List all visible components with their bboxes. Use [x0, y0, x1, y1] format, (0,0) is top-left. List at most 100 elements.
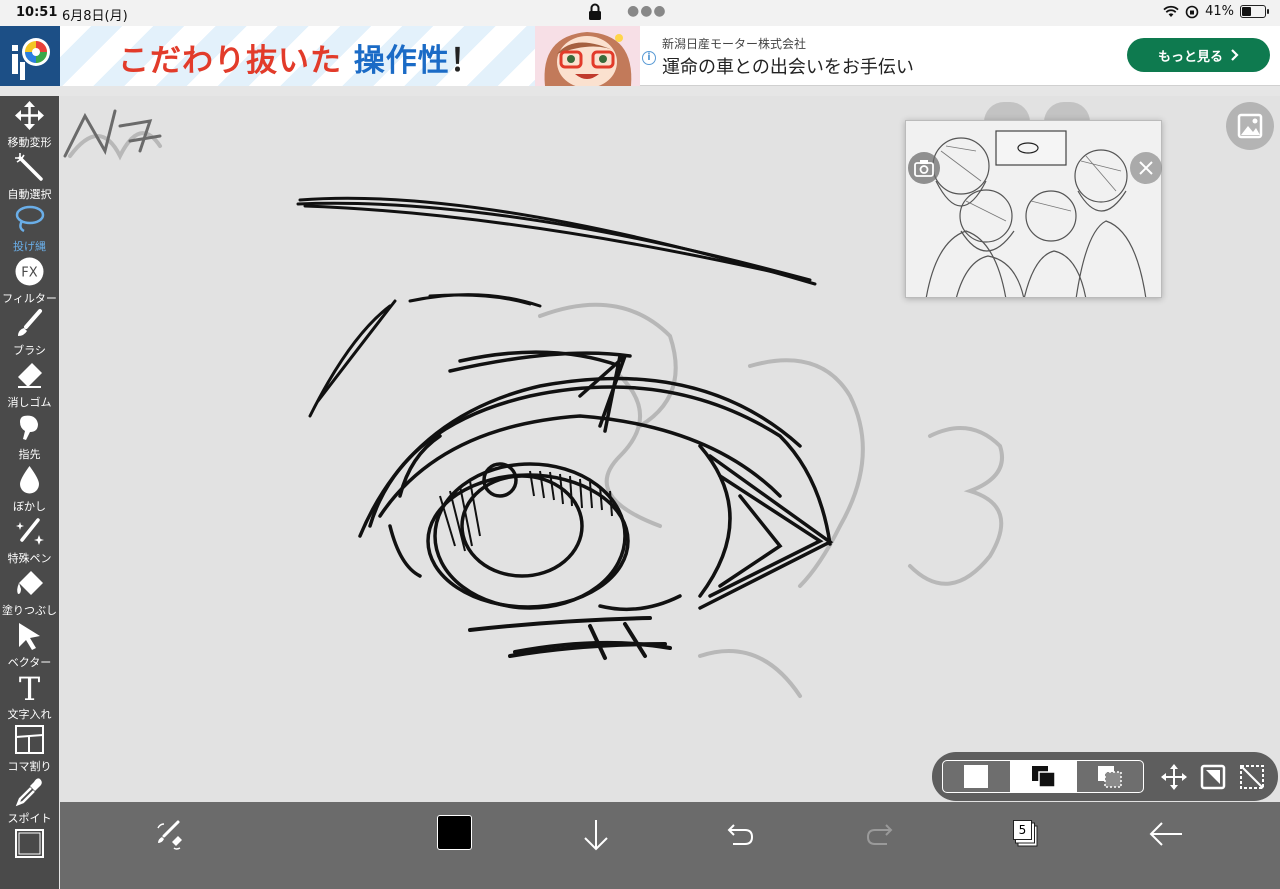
- ad-info-icon[interactable]: i: [642, 51, 656, 65]
- app-logo[interactable]: [0, 26, 60, 86]
- tool-label: 塗りつぶし: [1, 604, 58, 617]
- camera-icon: [914, 160, 934, 177]
- bottom-toolbar: 5: [60, 802, 1280, 889]
- tool-eraser[interactable]: 消しゴム: [0, 358, 59, 410]
- clear-selection-button[interactable]: [1237, 762, 1267, 792]
- subtract-selection-icon: [1098, 766, 1122, 788]
- redo-button[interactable]: [861, 816, 901, 856]
- battery-icon: [1240, 5, 1269, 18]
- status-time: 10:51: [16, 5, 58, 20]
- selection-mode-panel: [932, 752, 1278, 801]
- chevron-right-icon: [1231, 49, 1239, 61]
- battery-percent: 41%: [1205, 4, 1234, 19]
- tool-label: 文字入れ: [7, 708, 52, 721]
- tool-label: 特殊ペン: [7, 552, 52, 565]
- tool-label: コマ割り: [7, 760, 52, 773]
- cursor-icon: [19, 623, 40, 650]
- undo-button[interactable]: [719, 816, 759, 856]
- tool-vector[interactable]: ベクター: [0, 618, 59, 670]
- tool-text[interactable]: T 文字入れ: [0, 670, 59, 722]
- drop-icon: [20, 466, 39, 494]
- ad-banner[interactable]: こだわり抜いた 操作性！: [60, 26, 640, 86]
- tool-blur[interactable]: ぼかし: [0, 462, 59, 514]
- image-import-button[interactable]: [1226, 102, 1274, 150]
- tool-label: フィルター: [2, 292, 57, 305]
- tool-label: 投げ縄: [13, 240, 46, 253]
- wifi-icon: [1163, 5, 1179, 17]
- tool-magic-wand[interactable]: 自動選択: [0, 150, 59, 202]
- tool-label: ベクター: [7, 656, 52, 669]
- tool-sidebar: 移動変形 自動選択 投げ縄 FX フィルター ブラシ 消しゴム 指先 ぼかし 特…: [0, 96, 59, 889]
- tool-label: スポイト: [7, 812, 52, 825]
- eyedropper-icon: [15, 778, 42, 807]
- tool-special-pen[interactable]: 特殊ペン: [0, 514, 59, 566]
- new-selection-icon: [964, 765, 988, 788]
- tool-label: 消しゴム: [7, 396, 52, 409]
- clear-selection-icon: [1240, 765, 1264, 789]
- corner-scribbles: [63, 109, 162, 158]
- tool-frame[interactable]: コマ割り: [0, 722, 59, 774]
- status-right: 41%: [1163, 4, 1269, 19]
- ad-bar: こだわり抜いた 操作性！ i 新潟日産モーター株式会社 運命の車との出会いをお手…: [0, 26, 1280, 86]
- navigator-close-button[interactable]: [1130, 152, 1162, 184]
- magic-wand-icon: [15, 153, 43, 181]
- back-button[interactable]: [1146, 816, 1186, 856]
- tool-label: ブラシ: [13, 344, 46, 357]
- status-date: 6月8日(月): [62, 9, 128, 24]
- tool-smudge[interactable]: 指先: [0, 410, 59, 462]
- ad-more-label: もっと見る: [1157, 49, 1223, 65]
- tool-fill[interactable]: 塗りつぶし: [0, 566, 59, 618]
- ad-tagline: 運命の車との出会いをお手伝い: [662, 57, 914, 78]
- text-icon: T: [19, 672, 41, 703]
- invert-selection-icon: [1200, 764, 1226, 790]
- navigator-camera-button[interactable]: [908, 152, 940, 184]
- brush-swap-button[interactable]: [150, 816, 190, 856]
- download-button[interactable]: [576, 816, 616, 856]
- canvas-frame-icon: [15, 829, 44, 858]
- iris-strokes: [426, 462, 630, 610]
- tool-move[interactable]: 移動変形: [0, 98, 59, 150]
- layers-button[interactable]: 5: [1011, 818, 1039, 848]
- fx-glyph: FX: [21, 266, 37, 281]
- current-color-swatch[interactable]: [437, 815, 472, 850]
- ad-headline-mark: ！: [449, 43, 482, 79]
- tool-eyedropper[interactable]: スポイト: [0, 774, 59, 826]
- add-selection-icon: [1032, 766, 1056, 788]
- selection-mode-group: [942, 760, 1144, 793]
- tool-label: 自動選択: [7, 188, 52, 201]
- move-selection-icon: [1161, 764, 1187, 790]
- tool-brush[interactable]: ブラシ: [0, 306, 59, 358]
- navigator-preview[interactable]: [905, 120, 1162, 298]
- text-glyph: T: [19, 672, 41, 703]
- selection-mode-new[interactable]: [943, 761, 1010, 792]
- lasso-icon: [15, 205, 45, 233]
- image-icon: [1237, 113, 1263, 139]
- selection-mode-add[interactable]: [1010, 761, 1077, 792]
- move-icon: [15, 101, 44, 130]
- ad-headline-red: こだわり抜いた: [118, 43, 342, 79]
- tool-lasso[interactable]: 投げ縄: [0, 202, 59, 254]
- ibispaint-logo-icon: [12, 38, 50, 80]
- selection-mode-subtract[interactable]: [1077, 761, 1143, 792]
- ad-company: 新潟日産モーター株式会社: [662, 37, 807, 51]
- multitask-dots-icon[interactable]: ●●●: [627, 3, 667, 19]
- smudge-icon: [20, 415, 38, 440]
- lock-icon: [589, 3, 601, 20]
- invert-selection-button[interactable]: [1198, 762, 1228, 792]
- close-icon: [1139, 161, 1153, 175]
- bucket-icon: [17, 571, 43, 595]
- move-selection-button[interactable]: [1159, 762, 1189, 792]
- status-bar: 10:51 6月8日(月) ●●● 41%: [0, 0, 1280, 26]
- special-pen-icon: [16, 518, 44, 545]
- redo-icon: [866, 824, 893, 845]
- ad-more-button[interactable]: もっと見る: [1127, 38, 1270, 72]
- navigator-thumbnail: [906, 121, 1161, 297]
- tool-filter[interactable]: FX フィルター: [0, 254, 59, 306]
- eyebrow-strokes: [296, 196, 817, 286]
- frame-icon: [15, 725, 44, 754]
- tool-label: 指先: [18, 448, 41, 461]
- tool-canvas-frame[interactable]: [0, 826, 59, 878]
- fx-icon: FX: [15, 257, 44, 286]
- eraser-icon: [18, 363, 42, 388]
- ad-headline: こだわり抜いた 操作性！: [118, 35, 482, 80]
